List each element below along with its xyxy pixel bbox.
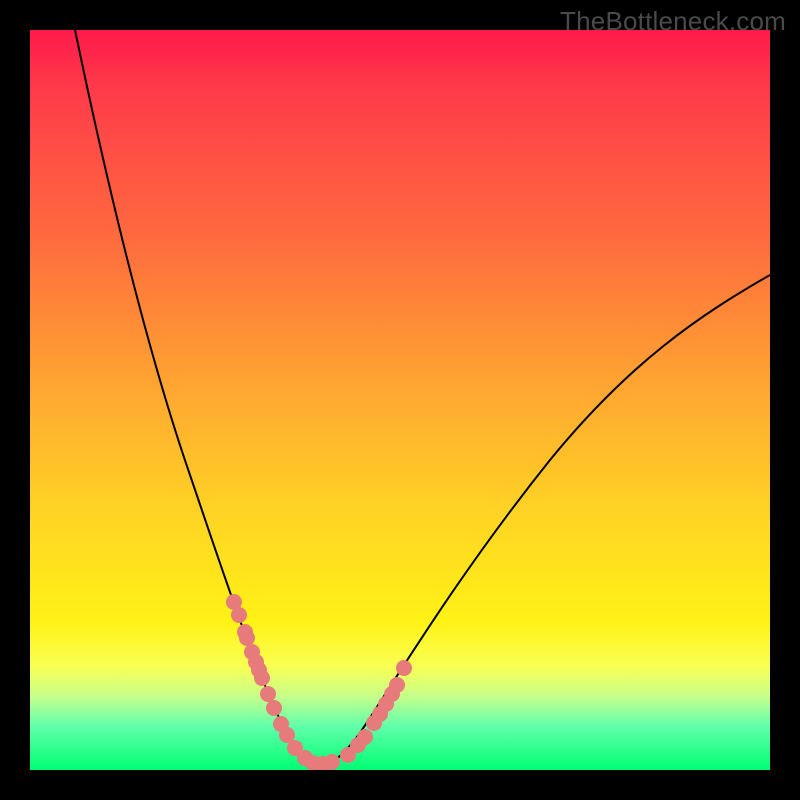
bottleneck-curve	[75, 30, 770, 765]
data-dot	[239, 630, 255, 646]
data-dot	[389, 677, 405, 693]
watermark-text: TheBottleneck.com	[560, 6, 786, 37]
chart-plot-area	[30, 30, 770, 770]
data-dot	[324, 754, 340, 770]
data-dot	[231, 607, 247, 623]
data-dot	[357, 729, 373, 745]
data-dot	[266, 700, 282, 716]
data-dot	[254, 670, 270, 686]
data-dot	[396, 660, 412, 676]
curve-svg	[30, 30, 770, 770]
data-dot	[260, 686, 276, 702]
